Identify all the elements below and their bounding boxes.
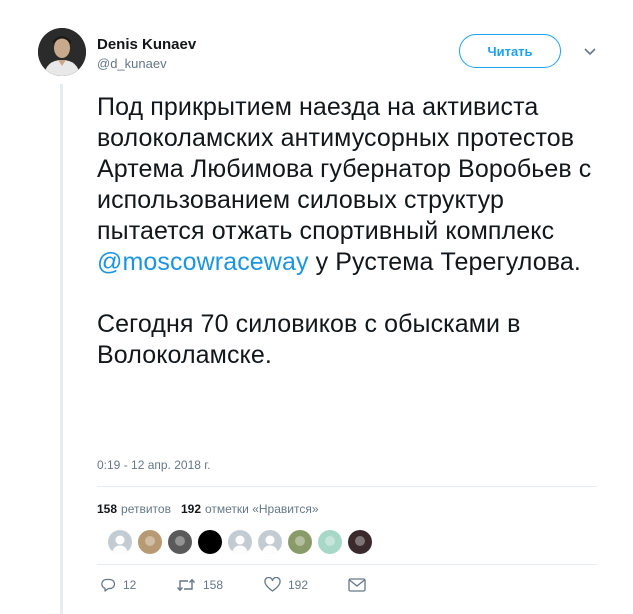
retweets-stat-count: 158 <box>97 502 118 516</box>
person-avatar-dark-icon <box>168 530 192 554</box>
person-photo-icon <box>38 28 86 76</box>
heart-icon <box>264 577 281 592</box>
liker-avatars <box>108 530 372 554</box>
reply-button[interactable]: 12 <box>100 577 176 593</box>
liker-avatar[interactable] <box>258 530 282 554</box>
follow-button[interactable]: Читать <box>459 34 561 68</box>
cartoon-avatar-icon <box>318 530 342 554</box>
woman-avatar-dark-icon <box>348 530 372 554</box>
chevron-down-icon <box>584 48 596 56</box>
likes-stat-count: 192 <box>180 502 201 516</box>
bearded-man-avatar-icon <box>138 530 162 554</box>
tweet-stats: 158 ретвитов 192 отметки «Нравится» <box>97 502 319 516</box>
tweet-text: Под прикрытием наезда на активиста волок… <box>97 92 617 371</box>
liker-avatar[interactable] <box>198 530 222 554</box>
default-avatar-gray-icon <box>108 530 132 554</box>
reply-count: 12 <box>123 578 137 592</box>
tweet-actions: 12 158 192 <box>100 577 366 593</box>
like-count: 192 <box>288 578 309 592</box>
likes-stat[interactable]: 192 отметки «Нравится» <box>181 502 319 516</box>
landscape-avatar-icon <box>288 530 312 554</box>
retweet-count: 158 <box>203 578 224 592</box>
retweets-stat-label: ретвитов <box>121 502 171 516</box>
liker-avatar[interactable] <box>288 530 312 554</box>
liker-avatar[interactable] <box>318 530 342 554</box>
black-avatar-icon <box>198 530 222 554</box>
author-avatar[interactable] <box>38 28 86 76</box>
author-name[interactable]: Denis Kunaev <box>97 36 196 53</box>
retweet-button[interactable]: 158 <box>176 577 264 593</box>
tweet-paragraph-2: Сегодня 70 силовиков с обысками в Волоко… <box>97 310 521 369</box>
thread-line <box>60 84 63 614</box>
author-handle[interactable]: @d_kunaev <box>97 56 167 71</box>
default-avatar-gray-icon <box>228 530 252 554</box>
liker-avatar[interactable] <box>228 530 252 554</box>
likes-stat-label: отметки «Нравится» <box>205 502 319 516</box>
mention-link[interactable]: @moscowraceway <box>97 248 309 276</box>
liker-avatar[interactable] <box>348 530 372 554</box>
tweet-text-part: у Рустема Терегулова. <box>308 248 581 276</box>
divider <box>97 564 597 565</box>
tweet-paragraph-1: Под прикрытием наезда на активиста волок… <box>97 92 617 278</box>
retweet-icon <box>176 578 196 592</box>
liker-avatar[interactable] <box>108 530 132 554</box>
tweet-timestamp[interactable]: 0:19 - 12 апр. 2018 г. <box>97 458 211 472</box>
retweets-stat[interactable]: 158 ретвитов <box>97 502 171 516</box>
like-button[interactable]: 192 <box>264 577 348 593</box>
divider <box>97 486 597 487</box>
reply-icon <box>101 578 116 592</box>
follow-button-label: Читать <box>487 43 533 59</box>
tweet-text-part: Под прикрытием наезда на активиста волок… <box>97 93 592 245</box>
liker-avatar[interactable] <box>138 530 162 554</box>
direct-message-button[interactable] <box>348 578 366 592</box>
default-avatar-gray-icon <box>258 530 282 554</box>
more-options-button[interactable] <box>580 42 600 62</box>
liker-avatar[interactable] <box>168 530 192 554</box>
envelope-icon <box>348 578 366 592</box>
